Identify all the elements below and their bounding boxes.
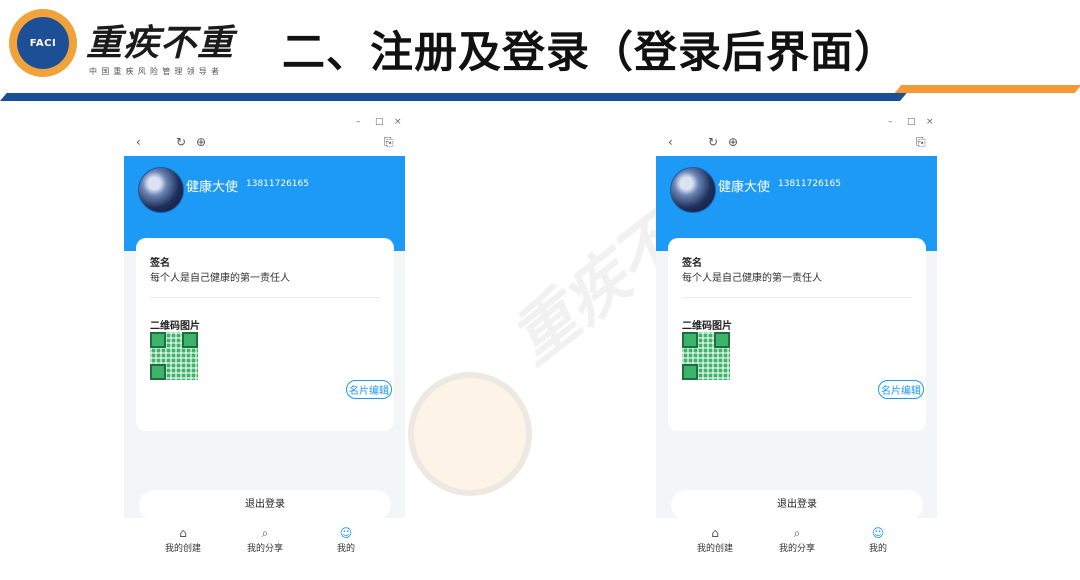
nav-label: 我的 (336, 544, 355, 554)
phone-screenshot-right: – □ × ‹ ↻ ⊕ ⎘ 健康大使 13811726165 签名 每个人是自己… (656, 117, 937, 566)
share-search-icon: ⌕ (261, 526, 269, 540)
nav-label: 我的创建 (696, 544, 733, 554)
logout-button[interactable]: 退出登录 (139, 490, 391, 520)
nav-item-my-creations[interactable]: ⌂ 我的创建 (153, 526, 213, 554)
refresh-icon[interactable]: ↻ (708, 135, 718, 149)
divider (682, 297, 912, 298)
user-name: 健康大使 (718, 180, 771, 195)
share-icon[interactable]: ⎘ (916, 135, 926, 150)
user-phone: 13811726165 (246, 179, 309, 189)
globe-icon[interactable]: ⊕ (728, 135, 738, 149)
qr-code-image[interactable] (682, 332, 730, 380)
qr-corner (150, 332, 166, 348)
avatar[interactable] (670, 167, 716, 213)
share-search-icon: ⌕ (793, 526, 801, 540)
watermark-seal (408, 372, 532, 496)
maximize-icon[interactable]: □ (907, 117, 916, 127)
brand-tagline: 中国重疾风险管理领导者 (89, 67, 224, 76)
user-icon: ☺ (871, 526, 885, 540)
window-controls: – □ × (656, 117, 937, 130)
signature-text: 每个人是自己健康的第一责任人 (150, 273, 290, 284)
nav-label: 我的分享 (246, 544, 283, 554)
nav-item-my-creations[interactable]: ⌂ 我的创建 (685, 526, 745, 554)
home-icon: ⌂ (179, 526, 187, 540)
window-controls: – □ × (124, 117, 405, 130)
phone-screenshot-left: – □ × ‹ ↻ ⊕ ⎘ 健康大使 13811726165 签名 每个人是自己… (124, 117, 405, 566)
user-icon: ☺ (339, 526, 353, 540)
edit-card-button[interactable]: 名片编辑 (878, 380, 924, 399)
close-icon[interactable]: × (926, 117, 934, 127)
refresh-icon[interactable]: ↻ (176, 135, 186, 149)
company-logo: FACI (9, 9, 77, 77)
user-name: 健康大使 (186, 180, 239, 195)
signature-text: 每个人是自己健康的第一责任人 (682, 273, 822, 284)
logout-button[interactable]: 退出登录 (671, 490, 923, 520)
nav-label: 我的分享 (778, 544, 815, 554)
maximize-icon[interactable]: □ (375, 117, 384, 127)
header-band-blue (0, 93, 907, 101)
browser-nav-bar: ‹ ↻ ⊕ ⎘ (656, 130, 937, 156)
globe-icon[interactable]: ⊕ (196, 135, 206, 149)
bottom-nav: ⌂ 我的创建 ⌕ 我的分享 ☺ 我的 (124, 518, 405, 566)
qr-corner (150, 364, 166, 380)
nav-item-me[interactable]: ☺ 我的 (848, 526, 908, 554)
qr-corner (682, 332, 698, 348)
avatar[interactable] (138, 167, 184, 213)
back-icon[interactable]: ‹ (136, 135, 141, 149)
back-icon[interactable]: ‹ (668, 135, 673, 149)
nav-item-me[interactable]: ☺ 我的 (316, 526, 376, 554)
user-phone: 13811726165 (778, 179, 841, 189)
qr-corner (714, 332, 730, 348)
minimize-icon[interactable]: – (356, 117, 361, 127)
nav-label: 我的创建 (164, 544, 201, 554)
divider (150, 297, 380, 298)
share-icon[interactable]: ⎘ (384, 135, 394, 150)
profile-header: 健康大使 13811726165 (656, 156, 937, 251)
home-icon: ⌂ (711, 526, 719, 540)
qr-label: 二维码图片 (682, 321, 732, 332)
nav-item-my-shares[interactable]: ⌕ 我的分享 (767, 526, 827, 554)
qr-corner (182, 332, 198, 348)
profile-header: 健康大使 13811726165 (124, 156, 405, 251)
minimize-icon[interactable]: – (888, 117, 893, 127)
signature-label: 签名 (682, 258, 702, 269)
edit-card-button[interactable]: 名片编辑 (346, 380, 392, 399)
qr-code-image[interactable] (150, 332, 198, 380)
bottom-nav: ⌂ 我的创建 ⌕ 我的分享 ☺ 我的 (656, 518, 937, 566)
profile-card: 签名 每个人是自己健康的第一责任人 二维码图片 名片编辑 (668, 238, 926, 431)
nav-item-my-shares[interactable]: ⌕ 我的分享 (235, 526, 295, 554)
slide-title: 二、注册及登录（登录后界面） (282, 28, 898, 78)
close-icon[interactable]: × (394, 117, 402, 127)
qr-corner (682, 364, 698, 380)
signature-label: 签名 (150, 258, 170, 269)
logo-text: FACI (17, 17, 69, 69)
browser-nav-bar: ‹ ↻ ⊕ ⎘ (124, 130, 405, 156)
qr-label: 二维码图片 (150, 321, 200, 332)
header-band-orange (894, 85, 1080, 93)
profile-card: 签名 每个人是自己健康的第一责任人 二维码图片 名片编辑 (136, 238, 394, 431)
nav-label: 我的 (868, 544, 887, 554)
brand-name: 重疾不重 (86, 22, 235, 64)
